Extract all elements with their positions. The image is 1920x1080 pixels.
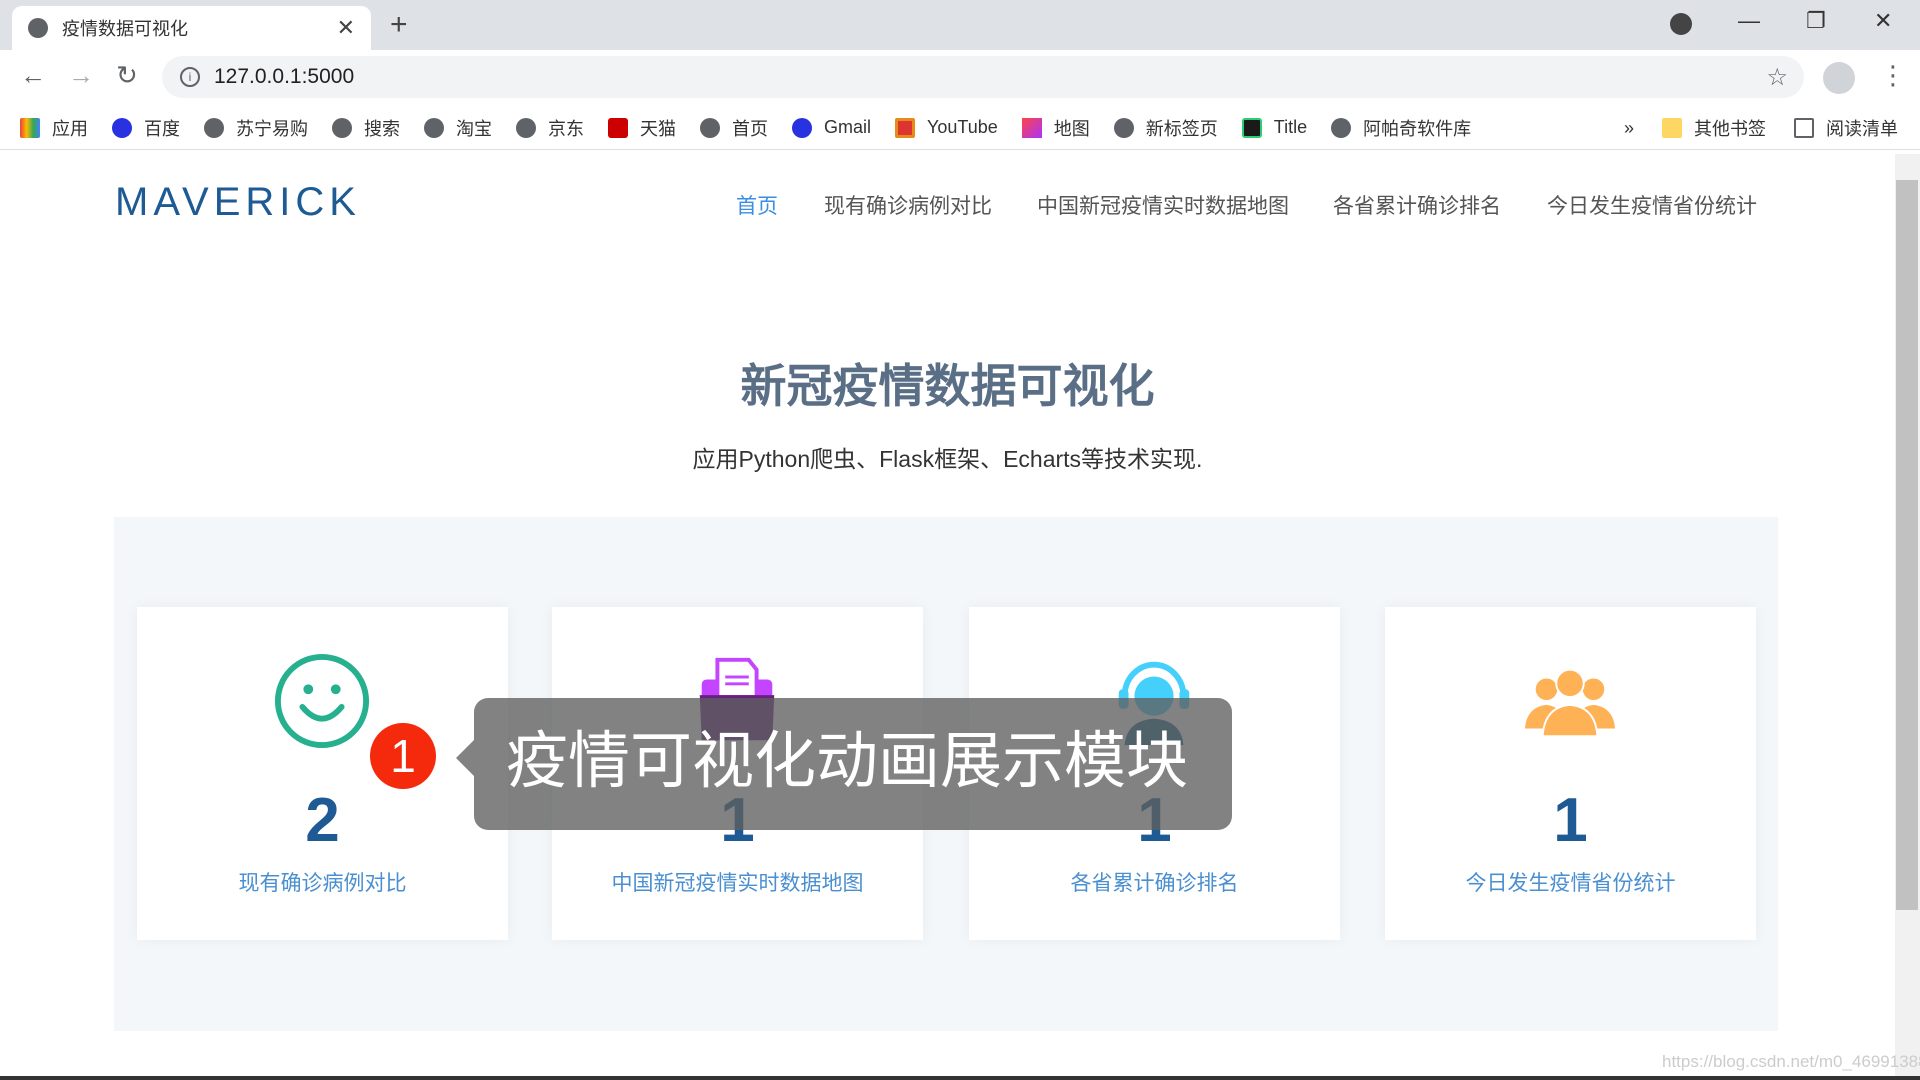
folder-icon [1662,118,1682,138]
bookmark-label: 阿帕奇软件库 [1363,118,1472,139]
smiley-icon [274,653,370,749]
bookmark-label: Gmail [824,117,872,137]
card-today-provinces[interactable]: 1 今日发生疫情省份统计 [1385,607,1756,940]
page-subtitle: 应用Python爬虫、Flask框架、Echarts等技术实现. [692,446,1203,472]
map-icon [1021,117,1042,138]
globe-icon [700,117,720,138]
pycharm-icon [1241,117,1262,138]
globe-icon [516,117,536,138]
forward-button[interactable]: → [68,60,94,91]
bookmark-item[interactable]: Title [1241,117,1308,138]
site-logo[interactable]: MAVERICK [115,180,361,225]
reading-list[interactable]: 阅读清单 [1794,115,1898,141]
bookmarks-overflow-button[interactable]: » [1624,118,1634,139]
users-group-icon [1524,668,1616,738]
taskbar-edge [0,1076,1920,1080]
nav-confirmed-compare[interactable]: 现有确诊病例对比 [824,190,992,220]
scrollbar-thumb[interactable] [1896,180,1918,910]
card-confirmed-compare[interactable]: 2 现有确诊病例对比 [137,607,508,940]
card-label[interactable]: 各省累计确诊排名 [969,867,1340,897]
bookmark-apps[interactable]: 应用 [20,115,88,141]
bookmark-item[interactable]: YouTube [895,117,998,138]
bookmark-item[interactable]: 阿帕奇软件库 [1331,115,1471,141]
apps-grid-icon [20,117,40,138]
back-button[interactable]: ← [20,60,46,91]
card-label[interactable]: 今日发生疫情省份统计 [1385,867,1756,897]
globe-icon [1331,117,1352,138]
reading-list-icon [1794,118,1814,138]
globe-icon [1113,117,1134,138]
close-tab-icon[interactable]: ✕ [337,15,355,41]
bookmark-item[interactable]: 京东 [516,115,584,141]
card-label[interactable]: 现有确诊病例对比 [137,867,508,897]
bookmark-label: 搜索 [364,118,400,139]
page-title: 新冠疫情数据可视化 [740,360,1155,412]
tab-search-icon[interactable] [1670,13,1692,35]
globe-icon [28,18,48,38]
tooltip-arrow [456,740,474,776]
youtube-icon [895,117,916,138]
new-tab-button[interactable]: + [390,8,408,42]
nav-province-ranking[interactable]: 各省累计确诊排名 [1333,190,1501,220]
annotation-badge: 1 [370,723,436,789]
bookmark-item[interactable]: 地图 [1021,115,1090,141]
address-bar[interactable]: i 127.0.0.1:5000 ☆ [162,56,1804,98]
card-label[interactable]: 中国新冠疫情实时数据地图 [552,867,923,897]
baidu-icon [112,117,132,138]
globe-icon [204,117,224,138]
bookmark-item[interactable]: 百度 [112,115,180,141]
bookmark-label: 阅读清单 [1826,119,1898,139]
card-number: 1 [1553,786,1588,855]
bookmark-item[interactable]: 苏宁易购 [204,115,308,141]
bookmark-item[interactable]: 淘宝 [424,115,492,141]
tmall-icon [608,117,628,138]
annotation-tooltip: 疫情可视化动画展示模块 [474,698,1232,830]
nav-today-provinces[interactable]: 今日发生疫情省份统计 [1547,190,1757,220]
bookmark-label: 苏宁易购 [236,118,308,139]
bookmark-label: 地图 [1053,118,1090,139]
baidu-icon [792,117,812,138]
menu-icon[interactable]: ⋮ [1880,60,1906,91]
card-number: 2 [305,786,340,855]
globe-icon [424,117,444,138]
bookmark-label: 应用 [52,118,88,139]
bookmark-label: 淘宝 [456,118,492,139]
bookmark-label: 京东 [548,118,584,139]
tab-title: 疫情数据可视化 [62,19,188,39]
close-window-button[interactable]: ✕ [1874,8,1892,34]
reload-button[interactable]: ↻ [116,60,138,91]
globe-icon [332,117,352,138]
bookmarks-bar: 应用 百度 苏宁易购 搜索 淘宝 京东 天猫 首页 Gmail YouTube … [0,106,1920,150]
bookmark-item[interactable]: 新标签页 [1113,115,1218,141]
bookmark-label: 首页 [732,118,768,139]
info-icon[interactable]: i [180,67,200,87]
bookmark-star-icon[interactable]: ☆ [1766,63,1788,92]
watermark: https://blog.csdn.net/m0_46991388 [1662,1052,1920,1071]
bookmark-label: Title [1273,117,1308,137]
url-text: 127.0.0.1:5000 [214,65,355,88]
bookmark-item[interactable]: 天猫 [608,115,676,141]
bookmark-label: 天猫 [640,118,676,139]
minimize-button[interactable]: — [1738,8,1760,34]
bookmark-label: 百度 [144,118,180,139]
bookmark-label: 其他书签 [1694,119,1766,139]
bookmarks-right: » 其他书签 阅读清单 [1624,106,1898,150]
bookmark-item[interactable]: 搜索 [332,115,400,141]
browser-tab[interactable]: 疫情数据可视化 ✕ [12,6,371,50]
profile-avatar[interactable] [1823,62,1855,94]
bookmark-label: 新标签页 [1145,118,1218,139]
restore-button[interactable]: ❐ [1806,8,1826,34]
bookmark-label: YouTube [927,117,998,137]
bookmark-item[interactable]: Gmail [792,117,871,138]
other-bookmarks[interactable]: 其他书签 [1662,115,1766,141]
nav-china-map[interactable]: 中国新冠疫情实时数据地图 [1037,190,1289,220]
bookmark-item[interactable]: 首页 [700,115,768,141]
nav-home[interactable]: 首页 [736,190,778,220]
